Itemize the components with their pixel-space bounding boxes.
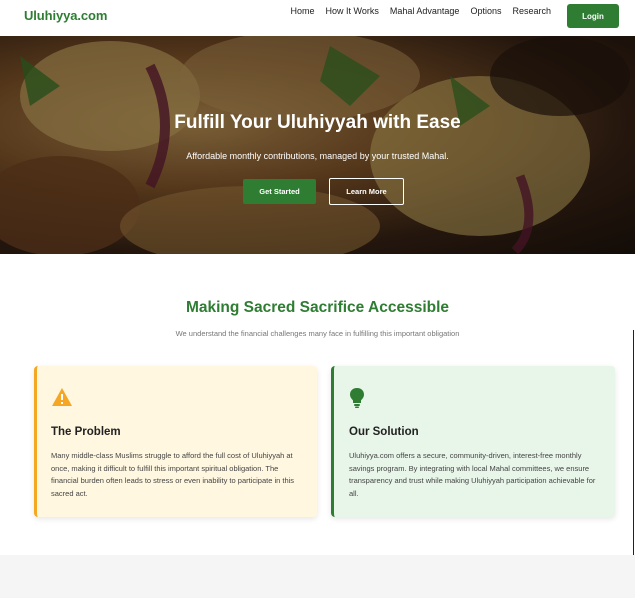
site-header: Uluhiyya.com Home How It Works Mahal Adv… [0,0,635,36]
nav-options[interactable]: Options [470,5,501,17]
nav-mahal-advantage[interactable]: Mahal Advantage [390,5,460,17]
login-button[interactable]: Login [567,4,619,28]
hero-title: Fulfill Your Uluhiyyah with Ease [174,112,461,133]
problem-card: The Problem Many middle-class Muslims st… [34,366,317,517]
nav-how-it-works[interactable]: How It Works [326,5,379,17]
nav-home[interactable]: Home [291,5,315,17]
section-subtitle: We understand the financial challenges m… [175,329,460,338]
hero-section: Fulfill Your Uluhiyyah with Ease Afforda… [0,36,635,254]
problem-text: Many middle-class Muslims struggle to af… [51,451,295,498]
solution-title: Our Solution [349,426,419,438]
get-started-button[interactable]: Get Started [243,179,316,204]
lightbulb-icon [349,387,365,414]
scrollbar[interactable] [633,330,634,555]
section-title: Making Sacred Sacrifice Accessible [185,299,450,316]
hero-subtitle: Affordable monthly contributions, manage… [186,151,449,161]
next-section [0,555,635,598]
solution-card: Our Solution Uluhiyya.com offers a secur… [331,366,615,517]
nav-research[interactable]: Research [512,5,551,17]
main-nav: Home How It Works Mahal Advantage Option… [291,5,551,17]
problem-title: The Problem [51,426,121,438]
site-logo[interactable]: Uluhiyya.com [24,8,107,23]
warning-icon [51,387,73,412]
solution-text: Uluhiyya.com offers a secure, community-… [349,451,596,498]
learn-more-button[interactable]: Learn More [329,178,404,205]
